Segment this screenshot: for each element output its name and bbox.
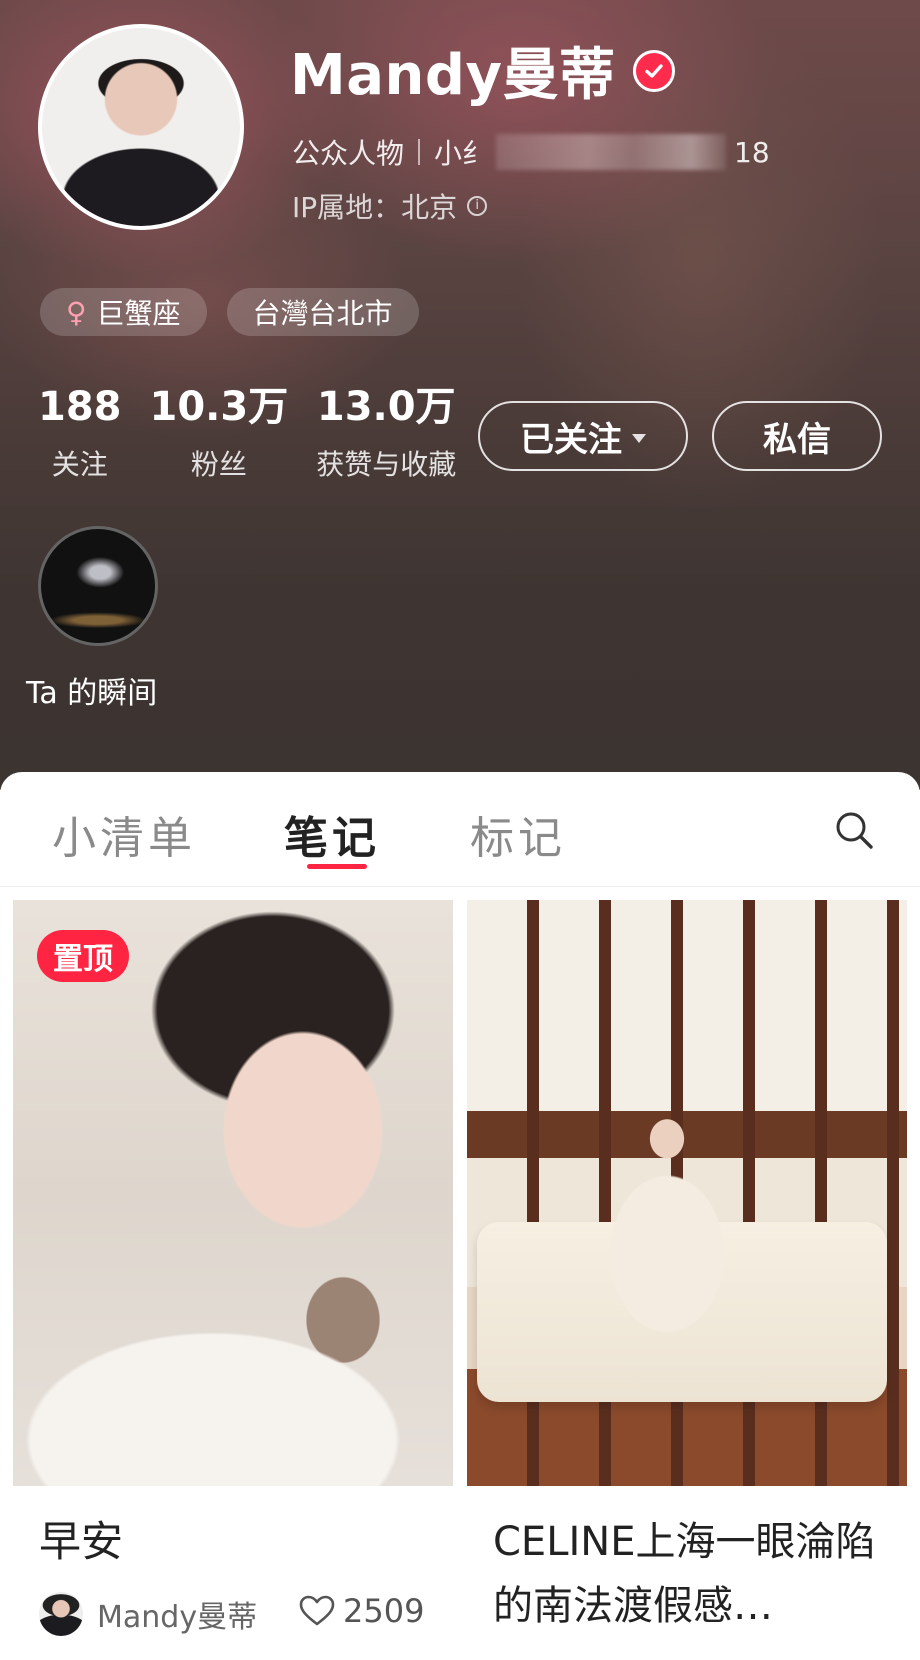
female-icon: ♀ [66,295,87,329]
message-button-label: 私信 [763,419,831,460]
chip-location-label: 台灣台北市 [252,297,393,330]
stat-likes-label: 获赞与收藏 [316,448,457,481]
note-title: CELINE上海一眼淪陷的南法渡假感… [493,1519,876,1629]
ip-location-text: IP属地：北京 [292,191,458,224]
stat-followers-label: 粉丝 [190,448,247,481]
profile-stats: 188 关注 10.3万 粉丝 13.0万 获赞与收藏 [38,385,484,483]
active-tab-indicator [307,864,367,869]
stat-following-value: 188 [38,384,122,430]
note-card[interactable]: CELINE上海一眼淪陷的南法渡假感… [467,900,907,1660]
following-button-label: 已关注 [520,419,622,460]
cover-person-shape [577,1110,757,1350]
chip-zodiac: ♀ 巨蟹座 [40,288,207,336]
profile-header: Mandy曼蒂 公众人物 小纟 18 IP属地：北京 i ♀ 巨蟹座 台灣台北市… [0,0,920,790]
tag-public-figure: 公众人物 [292,137,405,170]
stat-followers-value: 10.3万 [149,384,289,430]
author-avatar [39,1592,83,1636]
chip-zodiac-label: 巨蟹座 [96,297,181,330]
tag-tail: 18 [734,135,770,169]
pinned-badge: 置顶 [37,930,129,982]
note-cover-image[interactable] [13,900,453,1486]
profile-name: Mandy曼蒂 [290,43,616,108]
chip-location: 台灣台北市 [226,288,419,336]
stat-likes-collections[interactable]: 13.0万 获赞与收藏 [316,385,456,483]
verified-icon [633,49,676,92]
content-panel: 小清单 笔记 标记 置顶 早安 Mandy曼蒂 2509 CELINE上海一眼淪 [0,772,920,1660]
search-icon[interactable] [834,810,874,850]
ip-location: IP属地：北京 i [292,186,488,226]
note-cover-image[interactable] [467,900,907,1486]
following-button[interactable]: 已关注 [478,401,688,471]
profile-chips: ♀ 巨蟹座 台灣台北市 [40,288,419,336]
like-counter[interactable]: 2509 [299,1592,424,1630]
likes-count: 2509 [343,1592,425,1630]
profile-avatar[interactable] [38,24,244,230]
stat-likes-value: 13.0万 [316,384,456,430]
note-title: 早安 [39,1517,124,1566]
author-name: Mandy曼蒂 [97,1600,258,1635]
message-button[interactable]: 私信 [712,401,882,471]
tab-lists[interactable]: 小清单 [52,802,196,866]
tab-notes[interactable]: 笔记 [284,802,380,866]
tag-divider [418,139,421,165]
moments-label: Ta 的瞬间 [26,676,158,711]
tag-partial: 小纟 [434,137,491,170]
stat-following-label: 关注 [51,448,108,481]
profile-tagline: 公众人物 小纟 18 [292,132,770,172]
blurred-region [496,134,727,170]
heart-icon [299,1595,335,1626]
stat-following[interactable]: 188 关注 [38,385,122,483]
info-icon[interactable]: i [467,196,488,216]
caret-down-icon [632,433,646,443]
tab-bar: 小清单 笔记 标记 [0,772,920,887]
note-author[interactable]: Mandy曼蒂 [39,1592,257,1636]
name-row: Mandy曼蒂 [290,30,676,111]
tab-tagged[interactable]: 标记 [470,802,566,866]
stat-followers[interactable]: 10.3万 粉丝 [150,385,289,483]
note-card[interactable]: 置顶 早安 Mandy曼蒂 2509 [13,900,453,1660]
moment-thumbnail[interactable] [38,526,158,646]
